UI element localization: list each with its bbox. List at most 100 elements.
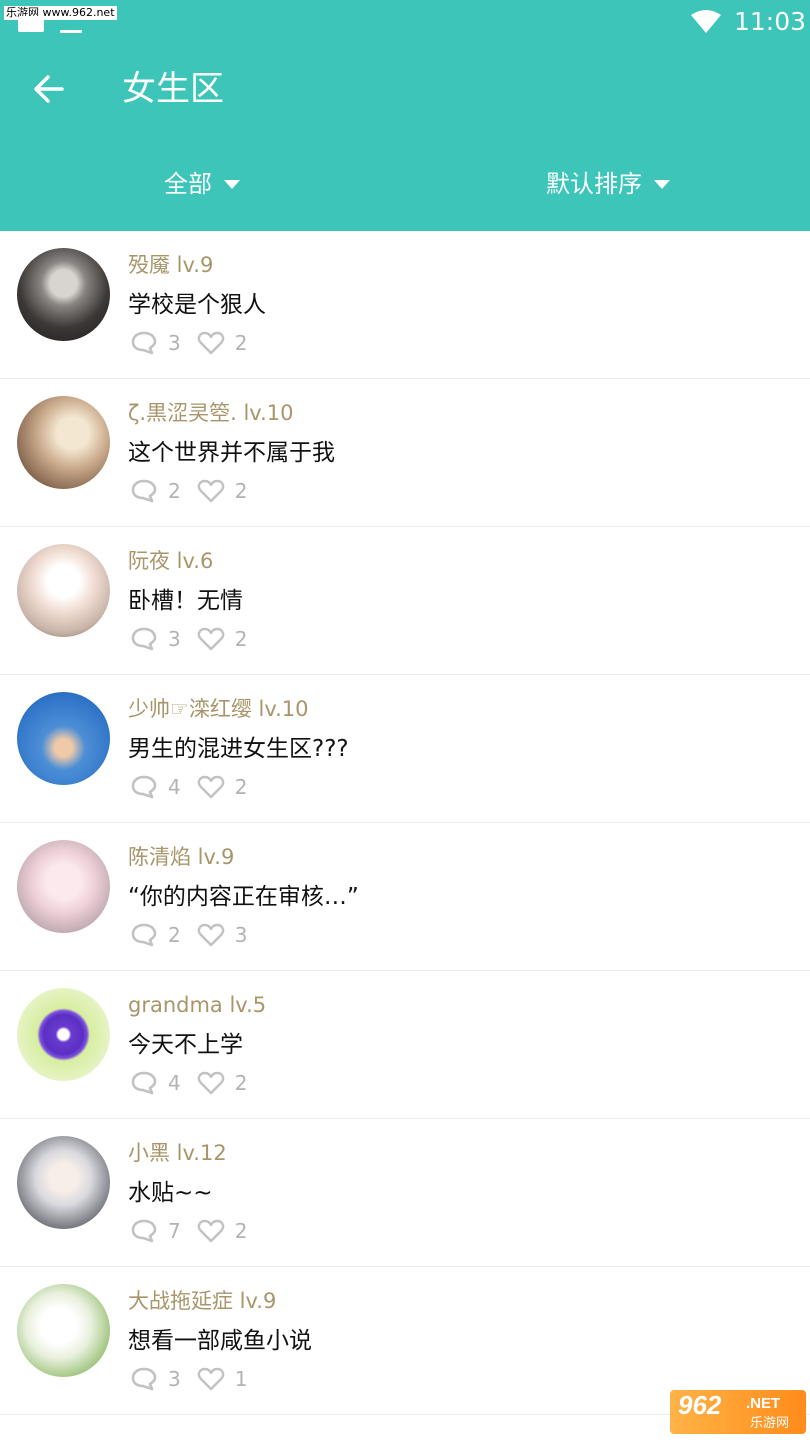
heart-icon (197, 1367, 225, 1391)
sort-order-dropdown[interactable]: 默认排序 (546, 164, 670, 204)
like-count-value: 2 (234, 1071, 248, 1095)
category-filter-dropdown[interactable]: 全部 (164, 164, 240, 204)
app-header: 乐游网 www.962.net 11:03 女生区 全部 默认排序 (0, 0, 810, 231)
comment-count-value: 2 (168, 479, 181, 503)
status-bar: 乐游网 www.962.net 11:03 (0, 0, 810, 44)
status-time: 11:03 (734, 7, 807, 36)
like-count[interactable]: 1 (197, 1365, 248, 1393)
like-count-value: 2 (234, 479, 248, 503)
notification-icon (18, 16, 44, 32)
comment-count[interactable]: 2 (130, 921, 181, 949)
like-count-value: 2 (234, 331, 248, 355)
post-stats: 3 1 (130, 1365, 263, 1393)
comment-count[interactable]: 3 (130, 625, 181, 653)
comment-count[interactable]: 2 (130, 477, 181, 505)
like-count-value: 2 (234, 1219, 248, 1243)
like-count-value: 2 (234, 627, 248, 651)
comment-count-value: 3 (168, 331, 181, 355)
like-count-value: 2 (234, 775, 248, 799)
post-list: 殁魇 lv.9 学校是个狠人 3 2 ζ.黒涩㚑箜. lv.10 这个世界并不属… (0, 231, 810, 1415)
heart-icon (197, 923, 225, 947)
post-item[interactable]: 少帅☞滦红缨 lv.10 男生的混进女生区??? 4 2 (0, 675, 810, 823)
comment-icon (131, 1071, 157, 1095)
heart-icon (197, 331, 225, 355)
post-username[interactable]: 殁魇 lv.9 (128, 251, 213, 279)
post-item[interactable]: 阮夜 lv.6 卧槽！无情 3 2 (0, 527, 810, 675)
post-title[interactable]: 男生的混进女生区??? (128, 733, 349, 765)
comment-count[interactable]: 3 (130, 329, 181, 357)
like-count[interactable]: 2 (197, 1217, 248, 1245)
caret-down-icon (224, 179, 240, 189)
like-count[interactable]: 2 (197, 773, 248, 801)
like-count[interactable]: 2 (197, 477, 248, 505)
comment-count[interactable]: 3 (130, 1365, 181, 1393)
comment-icon (131, 1219, 157, 1243)
post-title[interactable]: 这个世界并不属于我 (128, 437, 335, 469)
post-item[interactable]: grandma lv.5 今天不上学 4 2 (0, 971, 810, 1119)
post-username[interactable]: 阮夜 lv.6 (128, 547, 213, 575)
page-title: 女生区 (122, 69, 224, 109)
post-username[interactable]: 少帅☞滦红缨 lv.10 (128, 695, 309, 723)
logo-main: 962 (678, 1390, 722, 1420)
heart-icon (197, 627, 225, 651)
avatar[interactable] (17, 692, 110, 785)
post-username[interactable]: ζ.黒涩㚑箜. lv.10 (128, 399, 293, 427)
avatar[interactable] (17, 544, 110, 637)
avatar[interactable] (17, 1284, 110, 1377)
post-title[interactable]: “你的内容正在审核…” (128, 881, 359, 913)
post-item[interactable]: 陈清焰 lv.9 “你的内容正在审核…” 2 3 (0, 823, 810, 971)
comment-icon (131, 923, 157, 947)
comment-icon (131, 775, 157, 799)
avatar[interactable] (17, 396, 110, 489)
comment-count-value: 2 (168, 923, 181, 947)
post-title[interactable]: 学校是个狠人 (128, 289, 266, 321)
comment-count-value: 3 (168, 1367, 181, 1391)
post-title[interactable]: 水贴~~ (128, 1177, 213, 1209)
avatar[interactable] (17, 840, 110, 933)
post-item[interactable]: ζ.黒涩㚑箜. lv.10 这个世界并不属于我 2 2 (0, 379, 810, 527)
comment-count-value: 7 (168, 1219, 181, 1243)
comment-icon (131, 479, 157, 503)
heart-icon (197, 479, 225, 503)
post-stats: 2 3 (130, 921, 263, 949)
comment-count[interactable]: 7 (130, 1217, 181, 1245)
heart-icon (197, 775, 225, 799)
comment-icon (131, 627, 157, 651)
sort-order-label: 默认排序 (546, 170, 642, 198)
comment-icon (131, 1367, 157, 1391)
post-username[interactable]: 陈清焰 lv.9 (128, 843, 234, 871)
wifi-icon (691, 10, 721, 33)
logo-net: .NET (746, 1395, 781, 1412)
post-item[interactable]: 殁魇 lv.9 学校是个狠人 3 2 (0, 231, 810, 379)
post-item[interactable]: 小黑 lv.12 水贴~~ 7 2 (0, 1119, 810, 1267)
like-count[interactable]: 2 (197, 329, 248, 357)
like-count-value: 3 (234, 923, 248, 947)
like-count-value: 1 (234, 1367, 248, 1391)
like-count[interactable]: 3 (197, 921, 248, 949)
heart-icon (197, 1219, 225, 1243)
avatar[interactable] (17, 988, 110, 1081)
post-username[interactable]: grandma lv.5 (128, 991, 266, 1019)
back-button[interactable] (26, 66, 72, 112)
post-stats: 3 2 (130, 329, 263, 357)
post-username[interactable]: 大战拖延症 lv.9 (128, 1287, 276, 1315)
post-title[interactable]: 今天不上学 (128, 1029, 243, 1061)
post-username[interactable]: 小黑 lv.12 (128, 1139, 227, 1167)
post-stats: 7 2 (130, 1217, 263, 1245)
download-icon (60, 30, 82, 33)
like-count[interactable]: 2 (197, 625, 248, 653)
avatar[interactable] (17, 248, 110, 341)
comment-count[interactable]: 4 (130, 1069, 181, 1097)
post-title[interactable]: 卧槽！无情 (128, 585, 243, 617)
post-stats: 2 2 (130, 477, 263, 505)
like-count[interactable]: 2 (197, 1069, 248, 1097)
heart-icon (197, 1071, 225, 1095)
comment-count-value: 4 (168, 1071, 181, 1095)
comment-count-value: 4 (168, 775, 181, 799)
comment-count-value: 3 (168, 627, 181, 651)
avatar[interactable] (17, 1136, 110, 1229)
post-title[interactable]: 想看一部咸鱼小说 (128, 1325, 312, 1357)
comment-count[interactable]: 4 (130, 773, 181, 801)
category-filter-label: 全部 (164, 170, 212, 198)
post-stats: 4 2 (130, 773, 263, 801)
